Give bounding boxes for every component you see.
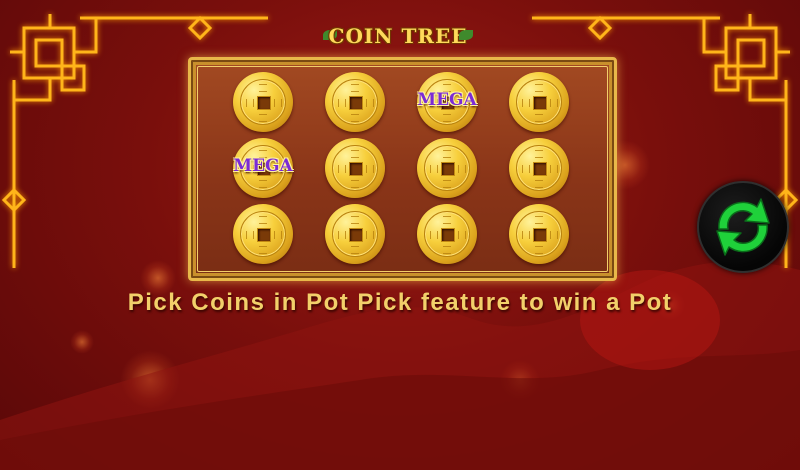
coin-square-hole [533,96,547,110]
coin-glyph [366,231,374,239]
game-logo: COIN TREE [323,20,473,54]
coin-glyph [522,99,530,107]
coin-glyph [443,150,451,158]
coin-glyph [430,231,438,239]
coin-cell [325,72,385,132]
pick-board: MEGA MEGA [188,57,617,281]
pick-coin[interactable] [325,204,385,264]
mega-badge: MEGA [233,156,293,176]
coin-glyph [259,216,267,224]
coin-glyph [338,165,346,173]
pick-coin[interactable] [233,72,293,132]
coin-glyph [259,114,267,122]
coin-cell [233,72,293,132]
coin-glyph [443,180,451,188]
coin-glyph [535,216,543,224]
coin-glyph [338,99,346,107]
coin-square-hole [257,228,271,242]
coin-glyph [259,180,267,188]
coin-glyph [259,84,267,92]
coin-cell [233,204,293,264]
coin-square-hole [441,162,455,176]
coin-glyph [274,99,282,107]
coin-glyph [366,165,374,173]
pick-coin[interactable] [509,138,569,198]
coin-glyph [550,231,558,239]
coin-glyph [458,165,466,173]
pick-coin[interactable] [325,138,385,198]
coin-square-hole [349,228,363,242]
coin-square-hole [349,162,363,176]
coin-glyph [535,114,543,122]
coin-square-hole [257,96,271,110]
pick-coin[interactable] [417,138,477,198]
coin-glyph [274,231,282,239]
coin-glyph [351,150,359,158]
pick-coin[interactable] [417,204,477,264]
coin-glyph [535,246,543,254]
refresh-button[interactable] [697,181,789,273]
coin-cell [417,138,477,198]
coin-glyph [351,180,359,188]
coin-cell [417,204,477,264]
coin-glyph [338,231,346,239]
coin-cell [325,204,385,264]
coin-cell [509,72,569,132]
coin-glyph [351,216,359,224]
coin-square-hole [349,96,363,110]
coin-glyph [535,180,543,188]
coin-glyph [443,114,451,122]
coin-square-hole [533,162,547,176]
coin-glyph [259,246,267,254]
coin-glyph [246,99,254,107]
refresh-arrows-icon [716,198,770,256]
logo-text: COIN TREE [328,24,468,48]
coin-square-hole [441,228,455,242]
coin-glyph [522,165,530,173]
coin-glyph [366,99,374,107]
coin-glyph [443,246,451,254]
coin-square-hole [533,228,547,242]
coin-cell [509,204,569,264]
coin-glyph [458,231,466,239]
coin-glyph [535,150,543,158]
pick-coin[interactable] [233,204,293,264]
coin-cell: MEGA [233,138,293,198]
coin-glyph [351,246,359,254]
mega-badge: MEGA [417,90,477,110]
coin-glyph [550,99,558,107]
coin-glyph [535,84,543,92]
coin-cell [509,138,569,198]
instruction-text: Pick Coins in Pot Pick feature to win a … [127,289,673,316]
coin-glyph [430,165,438,173]
coin-glyph [550,165,558,173]
pick-coin[interactable] [325,72,385,132]
pick-coin[interactable] [509,204,569,264]
coin-glyph [351,114,359,122]
coin-glyph [522,231,530,239]
leaf-icon [459,30,473,40]
coin-glyph [246,231,254,239]
coin-cell [325,138,385,198]
coin-glyph [351,84,359,92]
coin-cell: MEGA [417,72,477,132]
coin-glyph [443,216,451,224]
pick-coin[interactable] [509,72,569,132]
